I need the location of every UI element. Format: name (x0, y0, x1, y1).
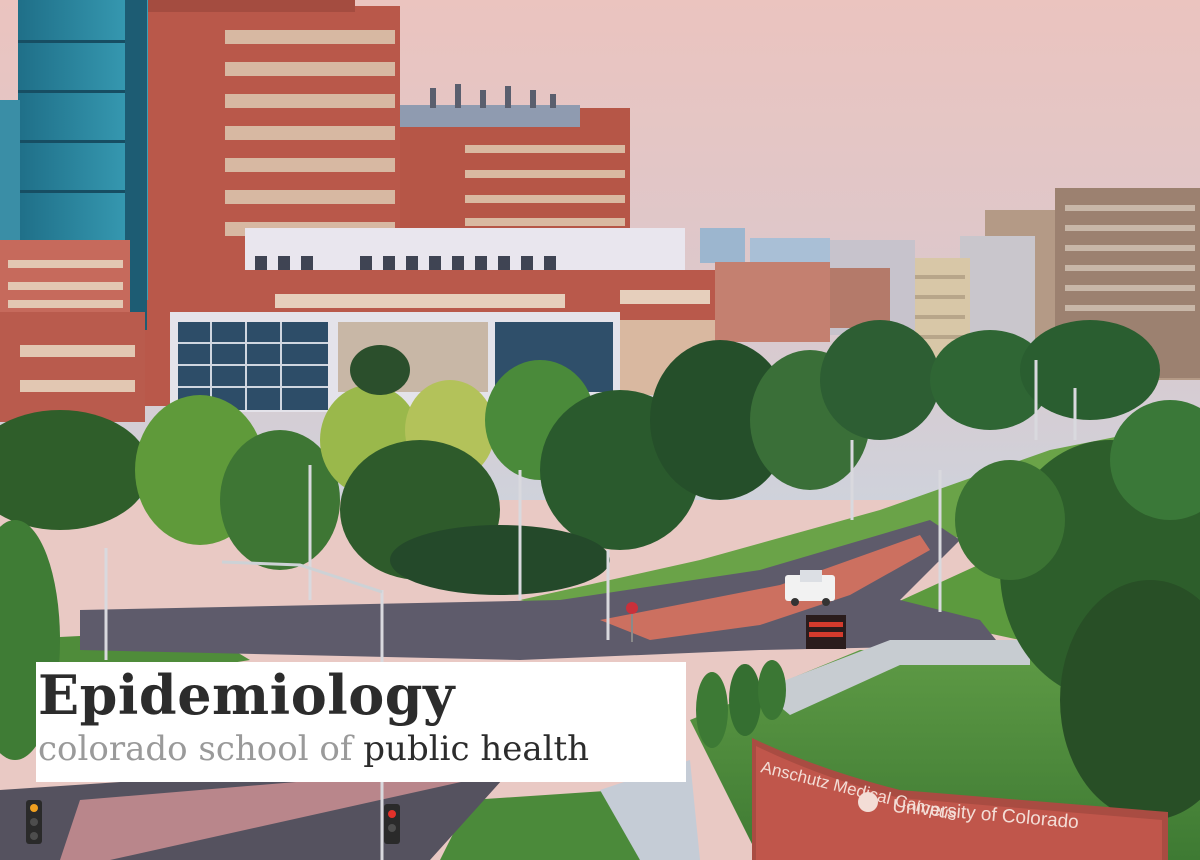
led-sign (806, 615, 846, 649)
page-title: Epidemiology (38, 663, 455, 727)
traffic-light-left (26, 800, 42, 844)
subtitle-emphasis: public health (363, 729, 590, 769)
traffic-light-center (384, 804, 400, 844)
brick-building-left (0, 240, 145, 422)
white-truck (785, 570, 835, 606)
subtitle-prefix: colorado school of (38, 729, 364, 769)
traffic-signal-arm (221, 560, 383, 594)
title-card: Epidemiology colorado school of public h… (36, 662, 686, 782)
cu-logo (858, 792, 878, 812)
subtitle: colorado school of public health (36, 726, 686, 772)
